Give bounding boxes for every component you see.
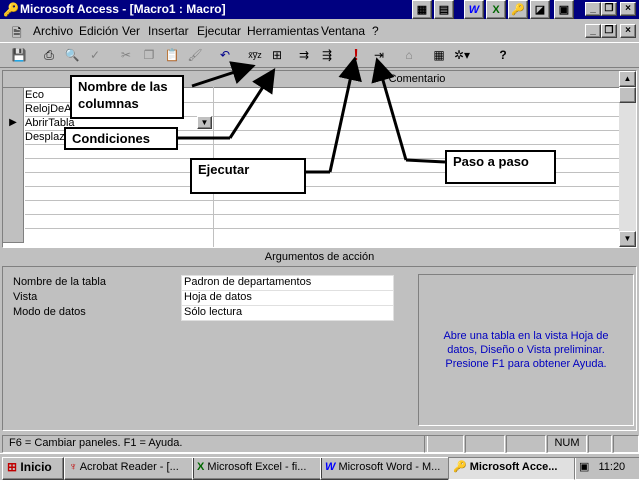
callout-condiciones: Condiciones — [64, 127, 178, 150]
arrow-condiciones — [228, 67, 276, 139]
status-panel — [613, 435, 639, 453]
scheduler-icon: ▣ — [579, 461, 590, 473]
task-acrobat-label: Acrobat Reader - [... — [79, 461, 179, 473]
acrobat-icon: ♆ — [69, 461, 78, 473]
arg-value-table[interactable]: Padron de departamentos — [181, 275, 394, 291]
task-acrobat[interactable]: ♆ Acrobat Reader - [... — [64, 457, 194, 480]
status-panel — [588, 435, 612, 453]
arg-label-mode: Modo de datos — [13, 306, 86, 318]
arg-value-view[interactable]: Hoja de datos — [181, 290, 394, 306]
action-help-box: Abre una tabla en la vista Hoja de datos… — [418, 274, 634, 426]
task-access-active[interactable]: 🔑 Microsoft Acce... — [448, 457, 576, 480]
arg-label-table: Nombre de la tabla — [13, 276, 106, 288]
callout-nombre-columnas: Nombre de las columnas — [70, 75, 184, 119]
status-panel — [424, 435, 464, 453]
callout-ejecutar: Ejecutar — [190, 158, 306, 194]
windows-logo-icon: ⊞ — [7, 460, 18, 474]
arrow-paso-a-paso — [405, 158, 446, 164]
arg-value-mode[interactable]: Sólo lectura — [181, 305, 394, 321]
arg-label-view: Vista — [13, 291, 38, 303]
status-panel — [465, 435, 505, 453]
status-panel — [506, 435, 546, 453]
task-word-label: Microsoft Word - M... — [338, 461, 441, 473]
callout-paso-a-paso: Paso a paso — [445, 150, 556, 184]
task-word[interactable]: W Microsoft Word - M... — [320, 457, 450, 480]
status-bar: F6 = Cambiar paneles. F1 = Ayuda. NUM — [0, 434, 639, 453]
arrow-paso-a-paso — [371, 57, 408, 161]
taskbar: ⊞ Inicio ♆ Acrobat Reader - [... X Micro… — [0, 453, 639, 480]
arrow-ejecutar — [328, 56, 362, 173]
status-text: F6 = Cambiar paneles. F1 = Ayuda. — [2, 435, 428, 453]
task-excel-label: Microsoft Excel - fi... — [207, 461, 307, 473]
word-task-icon: W — [325, 461, 336, 473]
clock: 11:20 — [598, 461, 626, 473]
num-indicator: NUM — [547, 435, 587, 453]
start-label: Inicio — [20, 460, 52, 474]
system-tray: ▣ 11:20 — [574, 457, 639, 480]
arguments-title: Argumentos de acción — [264, 251, 375, 263]
task-excel[interactable]: X Microsoft Excel - fi... — [192, 457, 322, 480]
action-help-text: Abre una tabla en la vista Hoja de datos… — [443, 330, 609, 370]
excel-task-icon: X — [197, 461, 205, 473]
task-access-label: Microsoft Acce... — [469, 461, 558, 473]
access-task-icon: 🔑 — [453, 461, 467, 473]
arrow-nombre-columnas — [191, 61, 256, 88]
start-button[interactable]: ⊞ Inicio — [2, 457, 64, 480]
